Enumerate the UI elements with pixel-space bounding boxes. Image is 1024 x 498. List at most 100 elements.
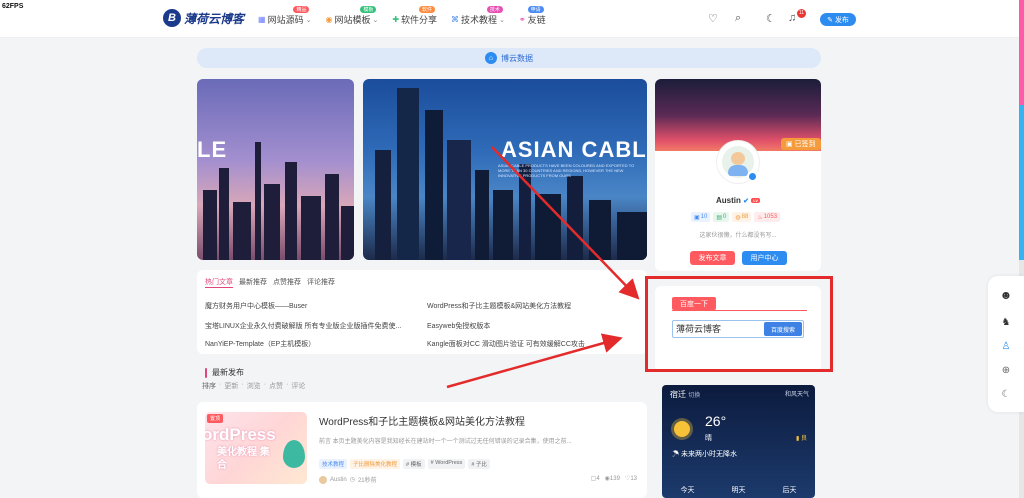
- post-meta: Austin ◷ 21秒前: [319, 475, 377, 484]
- publish-button[interactable]: ✎ 发布: [820, 13, 856, 26]
- hot-post-link[interactable]: WordPress和子比主题模板&网站美化方法教程: [427, 301, 639, 311]
- tab-comments-recommended[interactable]: 评论推荐: [307, 277, 335, 288]
- search-icon[interactable]: ⌕: [735, 12, 741, 25]
- forecast-days: 今天 明天 后天: [662, 485, 815, 495]
- hot-post-link[interactable]: 宝塔LINUX企业永久付费破解版 所有专业版企业版插件免费使...: [205, 321, 417, 331]
- latest-title: 最新发布: [212, 368, 244, 377]
- sort-divider: ·: [241, 381, 244, 388]
- post-time: 21秒前: [357, 478, 377, 484]
- post-thumbnail[interactable]: ordPress 美化教程 集合 置顶: [205, 412, 307, 484]
- pencil-icon: ✎: [827, 16, 833, 24]
- nav-item-source[interactable]: ▦ 网站源码 ⌄ 精品: [258, 6, 311, 26]
- home-icon: ⌂: [485, 52, 497, 64]
- hot-post-link[interactable]: 魔方财务用户中心模板——Buser: [205, 301, 417, 311]
- post-card[interactable]: ordPress 美化教程 集合 置顶 WordPress和子比主题模板&网站美…: [197, 402, 647, 498]
- verified-icon: [747, 171, 758, 182]
- site-logo[interactable]: B 薄荷云博客: [163, 9, 244, 27]
- day-tomorrow: 明天: [731, 487, 746, 494]
- lightbulb-icon[interactable]: ♡: [708, 12, 718, 25]
- user-center-button[interactable]: 用户中心: [742, 251, 787, 265]
- skyline-building: [535, 194, 561, 260]
- pinned-tag: 置顶: [207, 414, 224, 423]
- stat-posts[interactable]: ▣ 10: [691, 212, 711, 222]
- sort-likes[interactable]: 点赞: [269, 381, 283, 391]
- hot-post-link[interactable]: NanYiEP-Template（EP主机模板）: [205, 339, 417, 349]
- skyline-building: [301, 196, 321, 260]
- announcement-text: 博云数据: [501, 53, 533, 63]
- tab-likes-recommended[interactable]: 点赞推荐: [273, 277, 301, 288]
- moon-icon[interactable]: ☾: [766, 12, 776, 25]
- post-tags: 技术教程 子比删除美化教程 # 模板 # WordPress # 子比: [319, 459, 490, 469]
- forecast-note: ☂ 未来两小时无降水: [672, 451, 737, 458]
- stat-value: 10: [700, 214, 708, 220]
- stat-popularity[interactable]: ♨ 1053: [754, 212, 781, 222]
- category-tag[interactable]: 技术教程: [319, 459, 348, 469]
- carousel-slide-2[interactable]: ASIAN CABL ASIAN CABLE PRODUCTS HAVE BEE…: [363, 79, 647, 260]
- skyline-building: [397, 88, 419, 260]
- slide2-subcaption: ASIAN CABLE PRODUCTS HAVE BEEN COLOURED …: [498, 163, 635, 178]
- day-today: 今天: [680, 487, 695, 494]
- skyline-building: [425, 110, 443, 260]
- chevron-down-icon: ⌄: [499, 16, 505, 24]
- stat-likes[interactable]: ◍ 88: [732, 212, 752, 222]
- air-quality-value: 良: [800, 436, 807, 442]
- signed-in-badge[interactable]: ▣ 已签到: [781, 138, 821, 150]
- stat-value: 88: [741, 214, 749, 220]
- username[interactable]: Austin ✔ LV: [655, 196, 821, 205]
- level-badge-icon: LV: [751, 198, 761, 204]
- skyline-building: [325, 174, 339, 260]
- fire-icon: ♨: [757, 214, 763, 221]
- post-title[interactable]: WordPress和子比主题模板&网站美化方法教程: [319, 413, 525, 428]
- username-text: Austin: [715, 196, 741, 205]
- user-icon[interactable]: ♙: [999, 339, 1013, 353]
- carousel-slide-1[interactable]: LE: [197, 79, 354, 260]
- nav-item-tutorials[interactable]: ⌘ 技术教程 ⌄ 技术: [451, 6, 505, 26]
- tab-hot[interactable]: 热门文章: [205, 277, 233, 288]
- hot-post-link[interactable]: Easyweb免授权版本: [427, 321, 639, 331]
- weather-city[interactable]: 宿迁 切换: [670, 389, 700, 400]
- stat-comments[interactable]: ▤ 0: [713, 212, 730, 222]
- post-author[interactable]: Austin: [330, 477, 347, 483]
- moon-icon[interactable]: ☾: [999, 387, 1013, 401]
- slide1-caption: LE: [197, 137, 228, 162]
- announcement-bar[interactable]: ⌂ 博云数据: [197, 48, 821, 68]
- nav-item-links[interactable]: ⚭ 友链 申请: [518, 6, 546, 26]
- sort-views[interactable]: 浏览: [247, 381, 261, 391]
- code-icon: ⌘: [451, 15, 460, 24]
- calendar-icon: ▣: [786, 141, 793, 148]
- nav-badge: 申请: [527, 6, 544, 13]
- topic-tag[interactable]: # WordPress: [427, 459, 466, 469]
- skyline-building: [203, 190, 217, 260]
- sort-label: 排序: [202, 383, 216, 390]
- publish-article-button[interactable]: 发布文章: [690, 251, 735, 265]
- sun-icon: [674, 421, 690, 437]
- sort-update[interactable]: 更新: [224, 381, 238, 391]
- nav-item-templates[interactable]: ◉ 网站模板 ⌄ 模板: [325, 6, 378, 26]
- signed-label: 已签到: [794, 141, 816, 148]
- tab-latest-recommended[interactable]: 最新推荐: [239, 277, 267, 288]
- bell-icon[interactable]: ♫: [788, 12, 796, 24]
- mascot-icon[interactable]: ☻: [999, 288, 1013, 302]
- category-tag[interactable]: 子比删除美化教程: [350, 459, 401, 469]
- latest-section-title: 最新发布: [205, 367, 244, 378]
- skyline-building: [519, 164, 531, 260]
- skyline-building: [493, 190, 513, 260]
- topic-tag[interactable]: # 子比: [468, 459, 490, 469]
- hot-tabs: 热门文章 最新推荐 点赞推荐 评论推荐: [205, 277, 335, 288]
- user-stats: ▣ 10 ▤ 0 ◍ 88 ♨ 1053: [691, 212, 781, 222]
- sort-comments[interactable]: 评论: [291, 381, 305, 391]
- skyline-building: [255, 142, 261, 260]
- like-count: ♡13: [625, 475, 637, 482]
- right-color-strip: [1019, 0, 1024, 498]
- highlight-box: [645, 276, 833, 372]
- drop-logo-icon: [283, 440, 305, 468]
- qq-icon[interactable]: ♞: [999, 315, 1013, 329]
- switch-city-link[interactable]: 切换: [688, 393, 700, 399]
- add-circle-icon[interactable]: ⊕: [999, 363, 1013, 377]
- nav-label: 友链: [527, 15, 546, 25]
- link-icon: ⚭: [518, 15, 526, 24]
- topic-tag[interactable]: # 模板: [403, 459, 425, 469]
- post-counts: ▢4 ◉139 ♡13: [591, 475, 637, 482]
- hot-post-link[interactable]: Kangle面板对CC 滑动图片验证 可有效缓解CC攻击: [427, 339, 639, 349]
- nav-item-software[interactable]: ✚ 软件分享 软件: [392, 6, 437, 26]
